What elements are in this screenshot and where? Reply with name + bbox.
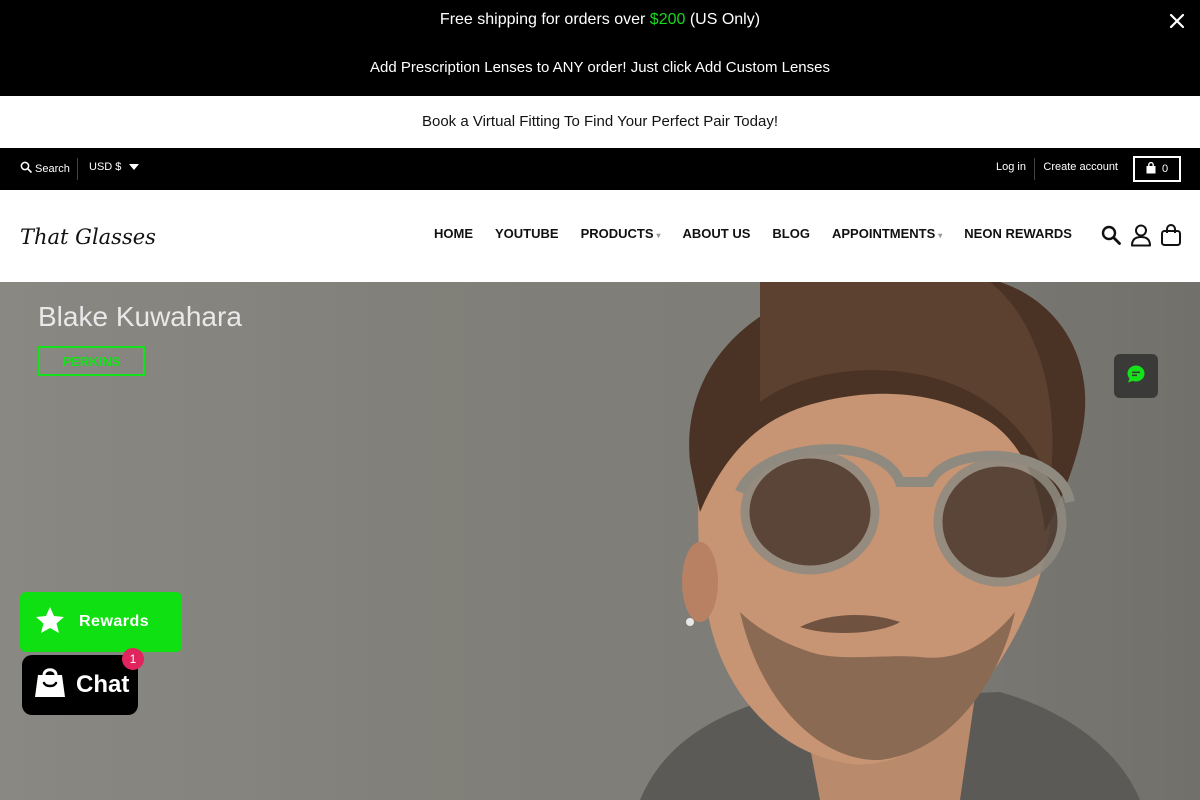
nav-item-youtube[interactable]: YOUTUBE: [495, 226, 559, 241]
create-account-link[interactable]: Create account: [1043, 161, 1118, 173]
nav-item-home[interactable]: HOME: [434, 226, 473, 241]
currency-selector[interactable]: USD $: [89, 161, 140, 173]
nav-item-neon-rewards[interactable]: NEON REWARDS: [964, 226, 1072, 241]
nav-label: ABOUT US: [682, 226, 751, 241]
login-link[interactable]: Log in: [996, 161, 1026, 173]
free-shipping-prefix: Free shipping for orders over: [439, 11, 650, 28]
utility-bar: Search USD $ Log in Create account 0: [0, 148, 1200, 190]
main-header: That Glasses Guy HOME YOUTUBE PRODUCTS▾ …: [0, 190, 1200, 282]
header-icons: [1100, 223, 1182, 247]
chat-launcher[interactable]: Chat: [22, 655, 138, 715]
nav-label: APPOINTMENTS: [831, 226, 936, 241]
notification-badge: 1: [122, 648, 144, 670]
chat-bubble-icon: [1126, 364, 1146, 389]
caret-down-icon: ▾: [656, 230, 661, 240]
close-icon[interactable]: [1168, 12, 1186, 30]
chevron-down-icon: [129, 161, 140, 173]
search-icon: [20, 161, 32, 176]
hero-portrait-image: [0, 282, 1200, 800]
free-shipping-amount: $200: [649, 11, 686, 28]
lock-bag-icon: [1146, 161, 1156, 177]
hero-title: Blake Kuwahara: [38, 301, 242, 332]
main-nav: HOME YOUTUBE PRODUCTS ▾ ABOUT US BLOG APP…: [434, 226, 1072, 241]
cart-count: 0: [1161, 163, 1169, 175]
free-shipping-text: Free shipping for orders over $200 (US O…: [0, 11, 1200, 29]
divider: [77, 158, 78, 180]
free-shipping-suffix: (US Only): [685, 11, 761, 28]
search-label: Search: [35, 162, 70, 175]
rewards-launcher[interactable]: Rewards: [20, 592, 182, 652]
hero-banner: Blake Kuwahara PERKINS: [0, 282, 1200, 800]
prescription-lenses-text: Add Prescription Lenses to ANY order! Ju…: [370, 59, 830, 76]
chat-label: Chat: [76, 671, 130, 698]
virtual-fitting-banner[interactable]: Book a Virtual Fitting To Find Your Perf…: [0, 96, 1200, 148]
search-icon[interactable]: [1100, 223, 1122, 247]
logo-text: That Glasses Guy: [20, 225, 160, 249]
hero-perkins-button[interactable]: PERKINS: [38, 346, 145, 376]
mini-cart-button[interactable]: 0: [1133, 156, 1181, 182]
cart-icon[interactable]: [1160, 223, 1182, 247]
caret-down-icon: ▾: [938, 230, 943, 240]
account-icon[interactable]: [1130, 223, 1152, 247]
utility-search-button[interactable]: Search: [20, 161, 70, 176]
currency-label: USD $: [89, 161, 122, 173]
nav-item-blog[interactable]: BLOG: [772, 226, 810, 241]
star-icon: [35, 606, 65, 639]
nav-item-products[interactable]: PRODUCTS ▾: [581, 226, 661, 241]
divider: [1034, 158, 1035, 180]
site-logo[interactable]: That Glasses Guy: [18, 214, 206, 258]
announcement-bar: Free shipping for orders over $200 (US O…: [0, 0, 1200, 96]
nav-label: YOUTUBE: [495, 226, 559, 241]
nav-item-appointments[interactable]: APPOINTMENTS ▾: [832, 226, 942, 241]
rewards-label: Rewards: [79, 613, 150, 630]
nav-label: BLOG: [772, 226, 810, 241]
message-widget-button[interactable]: [1114, 354, 1158, 398]
nav-label: NEON REWARDS: [964, 226, 1072, 241]
nav-label: PRODUCTS: [580, 226, 654, 241]
nav-label: HOME: [434, 226, 473, 241]
nav-item-about-us[interactable]: ABOUT US: [683, 226, 751, 241]
shopping-bag-icon: [32, 665, 68, 706]
